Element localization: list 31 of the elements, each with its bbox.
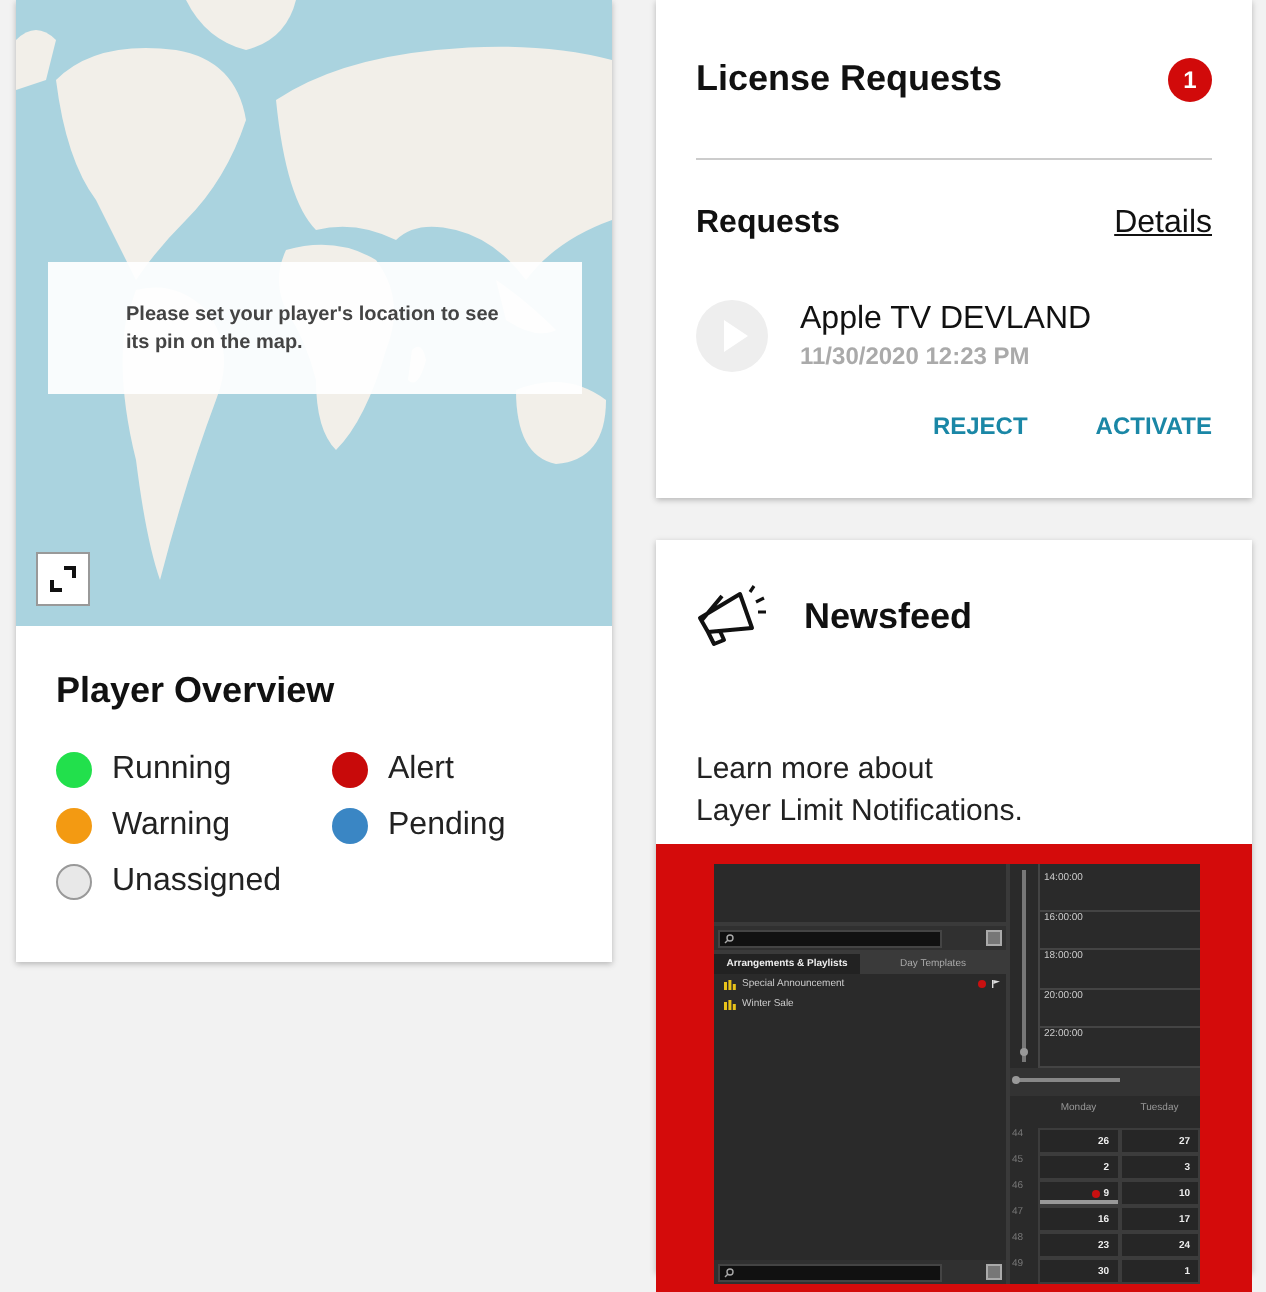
action-button[interactable]: ACTIVATE bbox=[1095, 412, 1212, 440]
legend-label: Unassigned bbox=[112, 864, 281, 900]
legend-label: Pending bbox=[388, 808, 506, 844]
legend-label: Alert bbox=[388, 752, 454, 788]
count-badge: 1 bbox=[1168, 57, 1212, 101]
add-button[interactable] bbox=[986, 1264, 1002, 1280]
details-link[interactable]: Details bbox=[1114, 206, 1212, 242]
legend-label: Running bbox=[112, 752, 232, 788]
expand-button[interactable] bbox=[36, 552, 90, 606]
playlist-icon bbox=[724, 999, 736, 1009]
playlist-icon bbox=[724, 979, 736, 989]
add-button[interactable] bbox=[986, 930, 1002, 946]
news-text: Learn more about Layer Limit Notifications. bbox=[694, 750, 1025, 832]
search-icon bbox=[724, 933, 734, 943]
megaphone-icon bbox=[696, 584, 768, 648]
section-title: Requests bbox=[696, 206, 841, 242]
section-title: Player Overview bbox=[56, 670, 337, 712]
legend-label: Warning bbox=[112, 808, 230, 844]
expand-icon bbox=[50, 566, 76, 592]
slider-thumb[interactable] bbox=[1020, 1047, 1028, 1056]
device-name: Apple TV DEVLAND bbox=[800, 302, 1092, 338]
card-title: License Requests bbox=[696, 58, 1003, 100]
card-title: Newsfeed bbox=[804, 595, 973, 637]
search-field[interactable] bbox=[718, 929, 942, 947]
map-message: Please set your player's location to see its pin on the map. bbox=[48, 262, 582, 394]
request-date: 11/30/2020 12:23 PM bbox=[800, 342, 1032, 370]
action-button[interactable]: REJECT bbox=[932, 412, 1028, 440]
flag-icon bbox=[992, 980, 1000, 988]
search-icon bbox=[724, 1267, 734, 1277]
search-field[interactable] bbox=[718, 1263, 942, 1281]
slider-thumb[interactable] bbox=[1012, 1075, 1020, 1083]
